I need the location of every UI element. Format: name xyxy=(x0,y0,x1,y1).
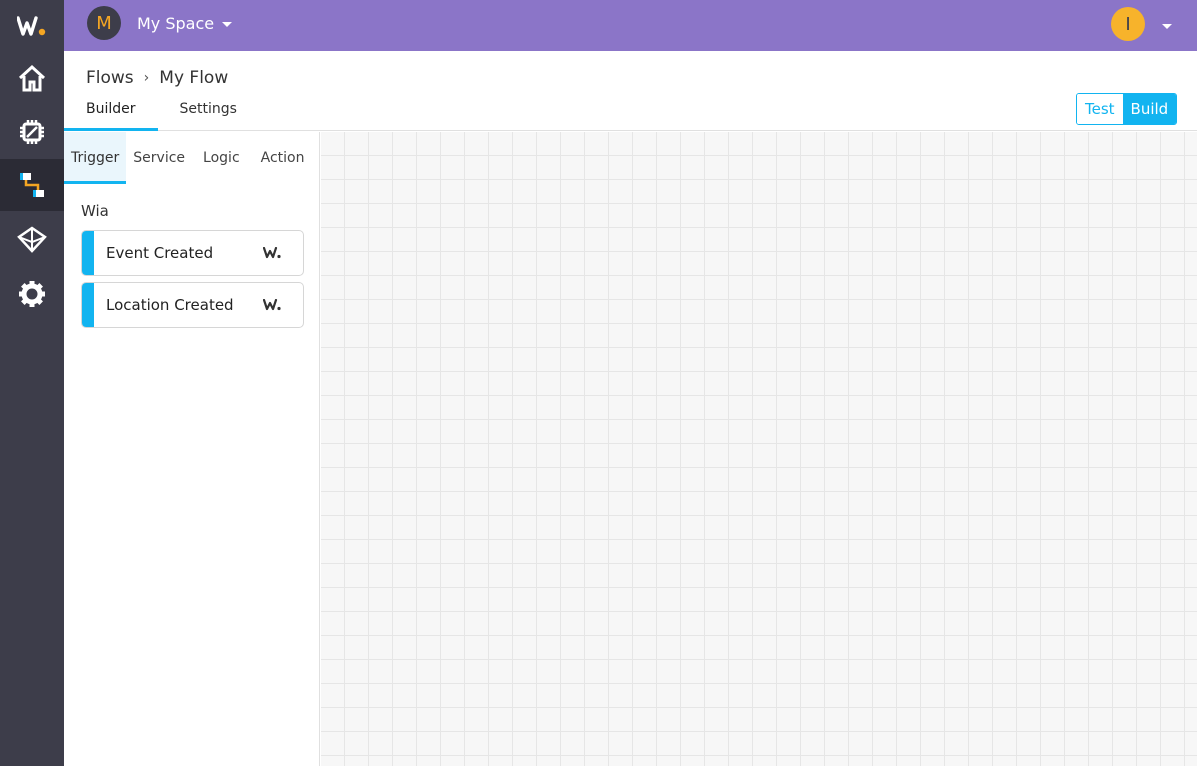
build-mode-button[interactable]: Build xyxy=(1122,94,1177,124)
space-avatar[interactable]: M xyxy=(87,6,121,40)
tab-builder[interactable]: Builder xyxy=(64,97,158,131)
page-header: Flows › My Flow Builder Settings Test Bu… xyxy=(64,51,1197,131)
home-icon xyxy=(18,64,46,92)
palette-tab-logic[interactable]: Logic xyxy=(192,132,251,184)
breadcrumb-flows-link[interactable]: Flows xyxy=(86,68,134,88)
palette-tab-trigger[interactable]: Trigger xyxy=(64,132,127,184)
node-color-bar xyxy=(82,231,94,275)
space-initial: M xyxy=(96,12,112,34)
test-mode-button[interactable]: Test xyxy=(1077,94,1123,124)
space-name: My Space xyxy=(137,14,215,33)
breadcrumb: Flows › My Flow xyxy=(86,68,228,88)
mode-toggle: Test Build xyxy=(1076,93,1178,125)
flow-canvas[interactable] xyxy=(321,132,1197,766)
node-palette: Trigger Service Logic Action Wia Event C… xyxy=(64,132,320,766)
page-tabs: Builder Settings xyxy=(64,97,259,131)
palette-group-title: Wia xyxy=(81,202,109,220)
sidebar-item-settings[interactable] xyxy=(0,268,64,320)
tab-settings[interactable]: Settings xyxy=(158,97,259,131)
wia-logo-icon xyxy=(263,299,281,311)
flows-icon xyxy=(20,173,44,197)
gear-icon xyxy=(19,281,45,307)
node-label: Event Created xyxy=(106,244,214,262)
chip-icon xyxy=(20,120,44,144)
top-bar: M My Space I xyxy=(64,0,1197,51)
sidebar-item-home[interactable] xyxy=(0,52,64,104)
breadcrumb-separator: › xyxy=(143,70,150,86)
sidebar-item-devices[interactable] xyxy=(0,106,64,158)
palette-tab-action[interactable]: Action xyxy=(251,132,312,184)
palette-tabs: Trigger Service Logic Action xyxy=(64,132,319,184)
wia-logo-icon xyxy=(263,247,281,259)
sidebar-item-widgets[interactable] xyxy=(0,214,64,266)
space-switcher[interactable]: My Space xyxy=(137,14,233,33)
user-avatar[interactable]: I xyxy=(1111,7,1145,41)
node-label: Location Created xyxy=(106,296,234,314)
left-rail xyxy=(0,0,64,766)
sidebar-item-flows[interactable] xyxy=(0,159,64,211)
node-color-bar xyxy=(82,283,94,327)
page-title: My Flow xyxy=(159,68,229,88)
palette-node-location-created[interactable]: Location Created xyxy=(81,282,304,328)
user-initial: I xyxy=(1125,13,1131,35)
cube-icon xyxy=(17,226,47,253)
palette-node-event-created[interactable]: Event Created xyxy=(81,230,304,276)
user-menu-chevron-down-icon[interactable] xyxy=(1162,24,1172,29)
palette-tab-service[interactable]: Service xyxy=(126,132,192,184)
wia-logo[interactable] xyxy=(0,0,64,51)
chevron-down-icon xyxy=(222,22,233,27)
